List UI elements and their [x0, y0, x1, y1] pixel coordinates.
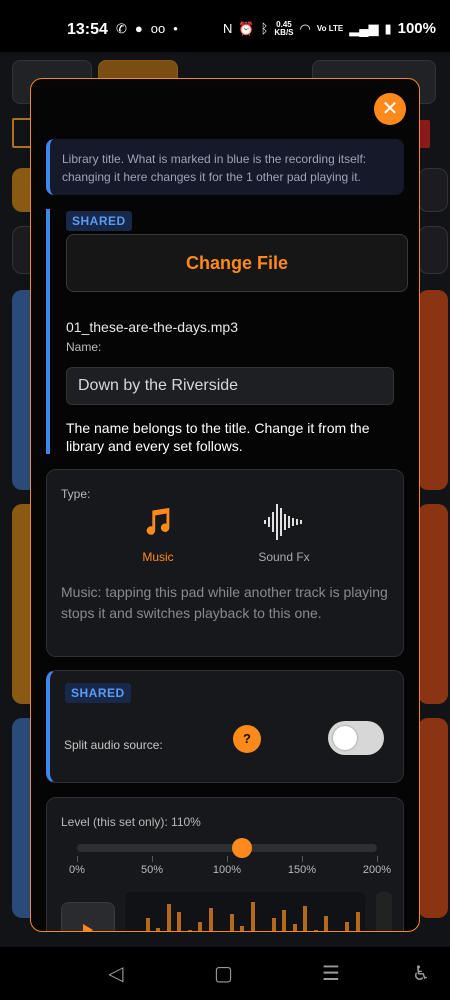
waveform-bar: [156, 928, 160, 931]
navigation-bar: ◁ ▢ ☰ ♿: [0, 947, 450, 1000]
waveform-bar: [250, 902, 255, 931]
music-note-icon: [103, 500, 213, 544]
waveform-bar: [355, 912, 360, 931]
type-option-music[interactable]: Music: [103, 500, 213, 564]
waveform-bar: [229, 914, 234, 931]
pad-settings-modal: ✕ Library title. What is marked in blue …: [30, 78, 420, 932]
wifi-icon: ◠: [299, 20, 311, 36]
split-audio-label: Split audio source:: [64, 738, 163, 752]
chat-icon: ●: [134, 21, 143, 36]
nfc-icon: N: [223, 21, 233, 36]
toggle-knob: [333, 726, 357, 750]
file-name: 01_these-are-the-days.mp3: [66, 319, 238, 335]
type-description: Music: tapping this pad while another tr…: [61, 584, 388, 621]
waveform-icon: [229, 500, 339, 544]
bg-box: [418, 226, 448, 274]
status-bar: 13:54 ✆ ● oo • N ⏰ ᛒ 0.45 KB/S ◠ Vo LTE …: [0, 0, 450, 60]
recents-icon[interactable]: ☰: [322, 961, 340, 986]
tick-label: 50%: [140, 864, 164, 876]
waveform-bar: [198, 922, 202, 931]
level-label: Level (this set only): 110%: [61, 815, 201, 829]
waveform-bar: [292, 924, 297, 931]
sound-fx-label: Sound Fx: [258, 550, 310, 564]
slider-tick: [227, 856, 228, 862]
scroll-handle[interactable]: [376, 892, 392, 931]
dot-icon: •: [173, 21, 178, 36]
notification-icons: ✆ ● oo •: [116, 21, 178, 37]
net-speed: 0.45 KB/S: [274, 20, 294, 37]
slider-tick: [302, 856, 303, 862]
waveform-bar: [177, 912, 181, 931]
close-button[interactable]: ✕: [374, 93, 406, 125]
play-icon: [83, 924, 93, 931]
shared-badge: SHARED: [65, 683, 131, 703]
bg-pad: [418, 718, 448, 918]
waveform-bar: [324, 916, 328, 931]
system-icons: N ⏰ ᛒ 0.45 KB/S ◠ Vo LTE ▂▄▆ ▮ 100%: [223, 20, 436, 37]
slider-tick: [152, 856, 153, 862]
close-icon: ✕: [381, 98, 399, 120]
bg-box: [418, 168, 448, 212]
waveform-bar: [240, 926, 244, 931]
play-button[interactable]: [61, 902, 115, 931]
slider-tick: [77, 856, 78, 862]
waveform-preview[interactable]: [125, 892, 365, 931]
alarm-icon: ⏰: [238, 20, 255, 36]
level-card: Level (this set only): 110% 0% 50% 100% …: [46, 797, 404, 931]
waveform-bar: [187, 930, 192, 931]
back-icon[interactable]: ◁: [108, 961, 123, 986]
waveform-bar: [271, 918, 276, 931]
waveform-bar: [303, 906, 307, 931]
info-box: Library title. What is marked in blue is…: [46, 139, 404, 195]
change-file-button[interactable]: Change File: [66, 234, 408, 292]
slider-thumb[interactable]: [232, 838, 252, 858]
waveform-bar: [166, 904, 171, 931]
signal-icon: ▂▄▆: [349, 20, 379, 36]
music-label: Music: [142, 550, 174, 564]
accessibility-icon[interactable]: ♿: [412, 961, 430, 986]
type-card: Type: Music Sound Fx Music: tapping this…: [46, 469, 404, 657]
voicemail-icon: oo: [150, 21, 166, 36]
volte-label: Vo LTE: [316, 23, 344, 33]
tick-label: 0%: [69, 864, 85, 876]
whatsapp-icon: ✆: [116, 21, 127, 36]
shared-file-section: SHARED Change File 01_these-are-the-days…: [46, 209, 408, 454]
slider-tick: [377, 856, 378, 862]
waveform-bar: [282, 910, 286, 931]
level-slider[interactable]: [77, 838, 377, 858]
name-note: The name belongs to the title. Change it…: [66, 420, 370, 454]
net-speed-unit: KB/S: [274, 27, 294, 37]
waveform-bar: [145, 918, 150, 931]
name-label: Name:: [66, 340, 102, 354]
type-option-sound-fx[interactable]: Sound Fx: [229, 500, 339, 564]
waveform-bar: [208, 908, 213, 931]
status-time: 13:54: [67, 21, 108, 38]
bg-pad: [418, 290, 448, 490]
home-icon[interactable]: ▢: [214, 961, 233, 986]
help-button[interactable]: ?: [233, 725, 261, 753]
name-input[interactable]: [66, 367, 394, 405]
tick-label: 100%: [212, 864, 242, 876]
waveform-bar: [313, 930, 318, 931]
tick-label: 150%: [287, 864, 317, 876]
waveform-bar: [345, 922, 349, 931]
shared-badge: SHARED: [66, 211, 132, 231]
tick-label: 200%: [362, 864, 392, 876]
bluetooth-icon: ᛒ: [260, 21, 269, 36]
split-audio-toggle[interactable]: [328, 721, 384, 755]
battery-percent: 100%: [397, 20, 436, 37]
battery-icon: ▮: [384, 20, 392, 36]
bg-pad: [418, 504, 448, 704]
split-audio-card: SHARED Split audio source: ?: [46, 670, 404, 783]
type-label: Type:: [61, 487, 91, 501]
